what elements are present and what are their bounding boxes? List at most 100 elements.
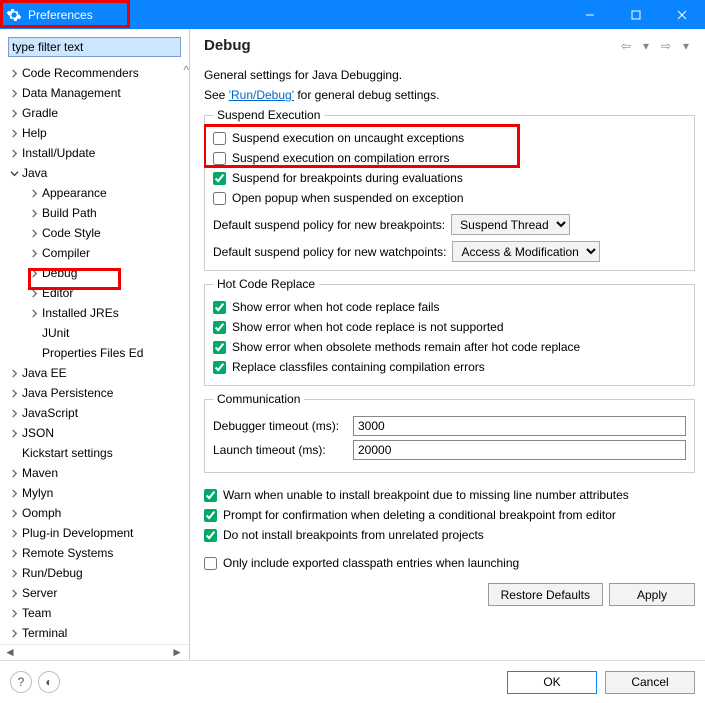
tree-item[interactable]: Code Recommenders <box>6 63 189 83</box>
tree-item[interactable]: Properties Files Ed <box>6 343 189 363</box>
tree-item[interactable]: Code Style <box>6 223 189 243</box>
chk-prompt-delete[interactable] <box>204 509 217 522</box>
launch-timeout-input[interactable] <box>353 440 686 460</box>
chk-hot-replace[interactable] <box>213 361 226 374</box>
tree-item[interactable]: Server <box>6 583 189 603</box>
chk-suspend-uncaught[interactable] <box>213 132 226 145</box>
dropdown-icon[interactable]: ▾ <box>677 38 695 54</box>
tree-item[interactable]: Appearance <box>6 183 189 203</box>
tree-item[interactable]: Compiler <box>6 243 189 263</box>
chevron-right-icon[interactable] <box>6 65 22 81</box>
ok-button[interactable]: OK <box>507 671 597 694</box>
chevron-right-icon[interactable] <box>6 125 22 141</box>
tree-item[interactable]: Maven <box>6 463 189 483</box>
chevron-right-icon[interactable] <box>6 385 22 401</box>
chk-suspend-compile[interactable] <box>213 152 226 165</box>
policy-watchpoints-select[interactable]: Access & Modification <box>452 241 600 262</box>
tree-item[interactable]: JavaScript <box>6 403 189 423</box>
tree-item[interactable]: Team <box>6 603 189 623</box>
tree-item[interactable]: JUnit <box>6 323 189 343</box>
scroll-up-icon[interactable]: ^ <box>183 63 189 77</box>
tree-item[interactable]: JSON <box>6 423 189 443</box>
chevron-right-icon[interactable] <box>6 405 22 421</box>
apply-button[interactable]: Apply <box>609 583 695 606</box>
filter-input[interactable] <box>8 37 181 57</box>
chk-only-exported[interactable] <box>204 557 217 570</box>
nav-forward-icon[interactable]: ⇨ <box>657 38 675 54</box>
chevron-left-icon[interactable]: ◄ <box>4 645 16 659</box>
chevron-right-icon[interactable] <box>6 545 22 561</box>
intro-text: General settings for Java Debugging. <box>204 68 695 82</box>
chevron-right-icon[interactable] <box>6 145 22 161</box>
chevron-right-icon[interactable] <box>26 205 42 221</box>
chk-hot-obsolete[interactable] <box>213 341 226 354</box>
chevron-right-icon[interactable] <box>6 565 22 581</box>
chevron-right-icon[interactable] <box>26 225 42 241</box>
nav-back-icon[interactable]: ⇦ <box>617 38 635 54</box>
chevron-right-icon[interactable] <box>26 245 42 261</box>
chevron-right-icon[interactable] <box>26 185 42 201</box>
tree-item[interactable]: Install/Update <box>6 143 189 163</box>
tree-item[interactable]: Mylyn <box>6 483 189 503</box>
dropdown-icon[interactable]: ▾ <box>637 38 655 54</box>
window-title: Preferences <box>28 8 93 22</box>
tree-item[interactable]: Java EE <box>6 363 189 383</box>
tree-item[interactable]: Help <box>6 123 189 143</box>
chk-open-popup[interactable] <box>213 192 226 205</box>
policy-breakpoints-select[interactable]: Suspend Thread <box>451 214 570 235</box>
chk-no-unrelated[interactable] <box>204 529 217 542</box>
chk-suspend-breakpoints[interactable] <box>213 172 226 185</box>
maximize-button[interactable] <box>613 0 659 29</box>
tree-item-label: Build Path <box>42 206 97 220</box>
import-export-icon[interactable]: ◐ <box>38 671 60 693</box>
close-button[interactable] <box>659 0 705 29</box>
chevron-right-icon[interactable] <box>6 625 22 641</box>
chevron-right-icon[interactable] <box>6 425 22 441</box>
tree-item[interactable]: Gradle <box>6 103 189 123</box>
tree-item-label: Plug-in Development <box>22 526 133 540</box>
hot-code-replace-group: Hot Code Replace Show error when hot cod… <box>204 277 695 386</box>
tree-item[interactable]: Java Persistence <box>6 383 189 403</box>
chevron-right-icon[interactable] <box>6 525 22 541</box>
tree-item[interactable]: Build Path <box>6 203 189 223</box>
chevron-right-icon[interactable] <box>6 505 22 521</box>
chevron-right-icon[interactable]: ► <box>171 645 183 659</box>
tree-item-label: Editor <box>42 286 73 300</box>
chevron-right-icon[interactable] <box>6 465 22 481</box>
debugger-timeout-input[interactable] <box>353 416 686 436</box>
tree-item-label: Remote Systems <box>22 546 113 560</box>
chevron-right-icon[interactable] <box>6 585 22 601</box>
tree-item[interactable]: Java <box>6 163 189 183</box>
chevron-right-icon[interactable] <box>26 285 42 301</box>
cancel-button[interactable]: Cancel <box>605 671 695 694</box>
tree-item[interactable]: Data Management <box>6 83 189 103</box>
chevron-right-icon[interactable] <box>6 605 22 621</box>
tree-item[interactable]: Kickstart settings <box>6 443 189 463</box>
chk-hot-nosupport[interactable] <box>213 321 226 334</box>
tree-item[interactable]: Oomph <box>6 503 189 523</box>
chevron-right-icon[interactable] <box>6 105 22 121</box>
tree-item[interactable]: Editor <box>6 283 189 303</box>
tree-item[interactable]: Plug-in Development <box>6 523 189 543</box>
chevron-right-icon[interactable] <box>26 265 42 281</box>
tree-item[interactable]: Debug <box>6 263 189 283</box>
tree-item-label: Java <box>22 166 47 180</box>
restore-defaults-button[interactable]: Restore Defaults <box>488 583 603 606</box>
tree-item[interactable]: Installed JREs <box>6 303 189 323</box>
chk-warn-linenum[interactable] <box>204 489 217 502</box>
chevron-right-icon[interactable] <box>26 305 42 321</box>
run-debug-link[interactable]: 'Run/Debug' <box>229 88 294 102</box>
tree-item[interactable]: Remote Systems <box>6 543 189 563</box>
minimize-button[interactable] <box>567 0 613 29</box>
tree-item[interactable]: Run/Debug <box>6 563 189 583</box>
help-icon[interactable]: ? <box>10 671 32 693</box>
chevron-right-icon[interactable] <box>6 85 22 101</box>
chk-hot-fail[interactable] <box>213 301 226 314</box>
preferences-tree[interactable]: ^Code RecommendersData ManagementGradle H… <box>0 61 189 644</box>
tree-item[interactable]: Terminal <box>6 623 189 643</box>
chevron-right-icon[interactable] <box>6 365 22 381</box>
tree-item-label: JSON <box>22 426 54 440</box>
chevron-down-icon[interactable] <box>6 165 22 181</box>
chevron-right-icon[interactable] <box>6 485 22 501</box>
tree-item-label: Help <box>22 126 47 140</box>
